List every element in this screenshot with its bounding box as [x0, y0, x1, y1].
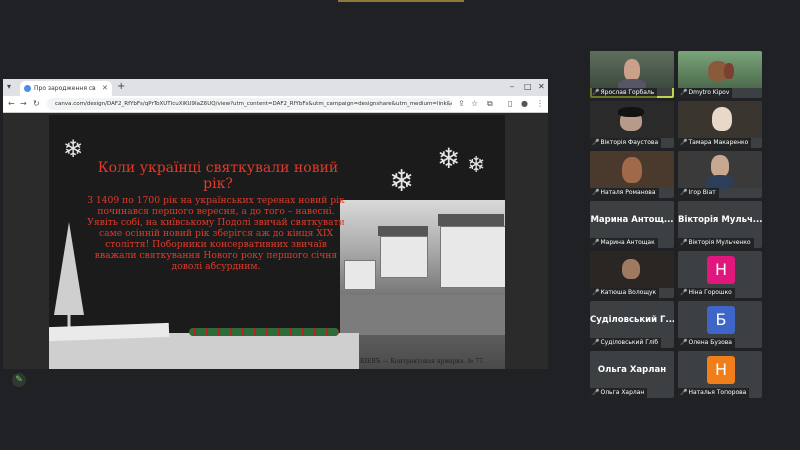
new-tab-icon[interactable]: + — [117, 80, 125, 94]
ornament-tree-icon — [54, 222, 84, 328]
participant-name: 🎤Тамара Макаренко — [678, 138, 752, 148]
mic-off-icon: 🎤 — [680, 89, 688, 96]
sidebar-icon[interactable]: ▯ — [508, 98, 512, 110]
close-tab-icon[interactable]: ✕ — [102, 81, 108, 96]
participant-name: 🎤Ольга Харлан — [590, 388, 648, 398]
browser-tab[interactable]: Про зародження святкування ✕ — [20, 81, 112, 96]
garland — [189, 328, 339, 336]
close-window-icon[interactable]: ✕ — [538, 81, 545, 93]
mic-off-icon: 🎤 — [680, 289, 688, 296]
participant-tile[interactable]: Н 🎤Ніна Горошко — [678, 251, 762, 298]
participant-name: 🎤Вікторія Мульченко — [678, 238, 754, 248]
participant-tile[interactable]: 🎤Катюша Волощук — [590, 251, 674, 298]
mic-off-icon: 🎤 — [592, 389, 600, 396]
page-viewport: КІЕВЪ — Контрактовая ярмарка. № 77. ❄ ❄ … — [3, 113, 548, 369]
snowflake-icon: ❄ — [467, 153, 486, 178]
participant-display-name: Суділовський Г... — [590, 315, 674, 325]
participant-display-name: Марина Антощ... — [590, 215, 674, 225]
participant-name: 🎤Олена Бузова — [678, 338, 735, 348]
participant-name: 🎤Вікторія Фаустова — [590, 138, 662, 148]
mic-off-icon: 🎤 — [680, 239, 688, 246]
avatar: Н — [707, 356, 735, 384]
mic-off-icon: 🎤 — [592, 189, 600, 196]
participant-name: 🎤Марина Антощак — [590, 238, 658, 248]
participant-name: 🎤Ігор Віат — [678, 188, 719, 198]
mic-off-icon: 🎤 — [592, 89, 600, 96]
mic-off-icon: 🎤 — [680, 339, 688, 346]
address-bar: ← → ↻ canva.com/design/DAF2_RfYbFs/qPrTo… — [3, 96, 548, 113]
participant-tile[interactable]: Суділовський Г... 🎤Суділовський Гліб — [590, 301, 674, 348]
avatar: Н — [707, 256, 735, 284]
participant-tile[interactable]: Марина Антощ... 🎤Марина Антощак — [590, 201, 674, 248]
photo-caption: КІЕВЪ — Контрактовая ярмарка. № 77. — [360, 358, 485, 365]
participant-name: 🎤Катюша Волощук — [590, 288, 660, 298]
mic-off-icon: 🎤 — [592, 239, 600, 246]
participant-display-name: Вікторія Мульч... — [678, 215, 762, 225]
participant-tile[interactable]: Б 🎤Олена Бузова — [678, 301, 762, 348]
participant-name: 🎤Dmytro Kipov — [678, 88, 733, 98]
menu-icon[interactable]: ⋮ — [536, 98, 544, 110]
maximize-icon[interactable]: □ — [524, 81, 532, 93]
canva-favicon-icon — [24, 85, 31, 92]
snowflake-icon: ❄ — [63, 135, 84, 163]
slide-body: З 1409 по 1700 рік на українських терена… — [87, 195, 345, 272]
mic-off-icon: 🎤 — [680, 139, 688, 146]
mic-off-icon: 🎤 — [680, 189, 688, 196]
bookmark-icon[interactable]: ☆ — [471, 98, 478, 110]
participant-display-name: Ольга Харлан — [597, 365, 667, 375]
slide-title: Коли українці святкували новий рік? — [97, 160, 339, 192]
participant-name: 🎤Ярослав Горбаль — [590, 88, 658, 98]
participant-tile[interactable]: 🎤Ігор Віат — [678, 151, 762, 198]
mic-off-icon: 🎤 — [680, 389, 688, 396]
url-field[interactable]: canva.com/design/DAF2_RfYbFs/qPrToXUTlcu… — [47, 98, 452, 110]
share-icon[interactable]: ⇪ — [458, 98, 465, 110]
back-icon[interactable]: ← — [8, 98, 15, 110]
participant-tile[interactable]: Н 🎤Наталья Топорова — [678, 351, 762, 398]
snowflake-icon: ❄ — [437, 142, 461, 175]
participant-tile[interactable]: Ольга Харлан 🎤Ольга Харлан — [590, 351, 674, 398]
extensions-icon[interactable]: ⧉ — [487, 98, 493, 110]
participant-tile[interactable]: 🎤Dmytro Kipov — [678, 51, 762, 98]
mic-off-icon: 🎤 — [592, 139, 600, 146]
participant-name: 🎤Суділовський Гліб — [590, 338, 662, 348]
mic-off-icon: 🎤 — [592, 339, 600, 346]
avatar: Б — [707, 306, 735, 334]
presentation-slide: КІЕВЪ — Контрактовая ярмарка. № 77. ❄ ❄ … — [49, 115, 505, 369]
participant-name: 🎤Наталья Топорова — [678, 388, 750, 398]
participant-tile[interactable]: 🎤Наталя Романова — [590, 151, 674, 198]
participant-name: 🎤Ніна Горошко — [678, 288, 735, 298]
reload-icon[interactable]: ↻ — [33, 98, 40, 110]
vintage-photo: КІЕВЪ — Контрактовая ярмарка. № 77. — [340, 200, 505, 369]
top-strip — [338, 0, 464, 2]
tab-title: Про зародження святкування — [34, 85, 96, 92]
participant-tile[interactable]: 🎤Тамара Макаренко — [678, 101, 762, 148]
participant-name: 🎤Наталя Романова — [590, 188, 659, 198]
tab-search-icon[interactable]: ▾ — [7, 82, 17, 92]
tab-strip: ▾ Про зародження святкування ✕ + – □ ✕ — [3, 79, 548, 96]
mic-off-icon: 🎤 — [592, 289, 600, 296]
profile-icon[interactable]: ● — [521, 98, 528, 110]
participant-tile[interactable]: 🎤Вікторія Фаустова — [590, 101, 674, 148]
snowflake-icon: ❄ — [389, 164, 415, 199]
participant-tile[interactable]: Вікторія Мульч... 🎤Вікторія Мульченко — [678, 201, 762, 248]
minimize-icon[interactable]: – — [510, 81, 514, 93]
shared-screen: ▾ Про зародження святкування ✕ + – □ ✕ ←… — [3, 79, 548, 369]
participant-tile[interactable]: 🎤Ярослав Горбаль — [590, 51, 674, 98]
annotate-pen-icon[interactable]: ✎ — [12, 373, 26, 387]
forward-icon[interactable]: → — [20, 98, 27, 110]
